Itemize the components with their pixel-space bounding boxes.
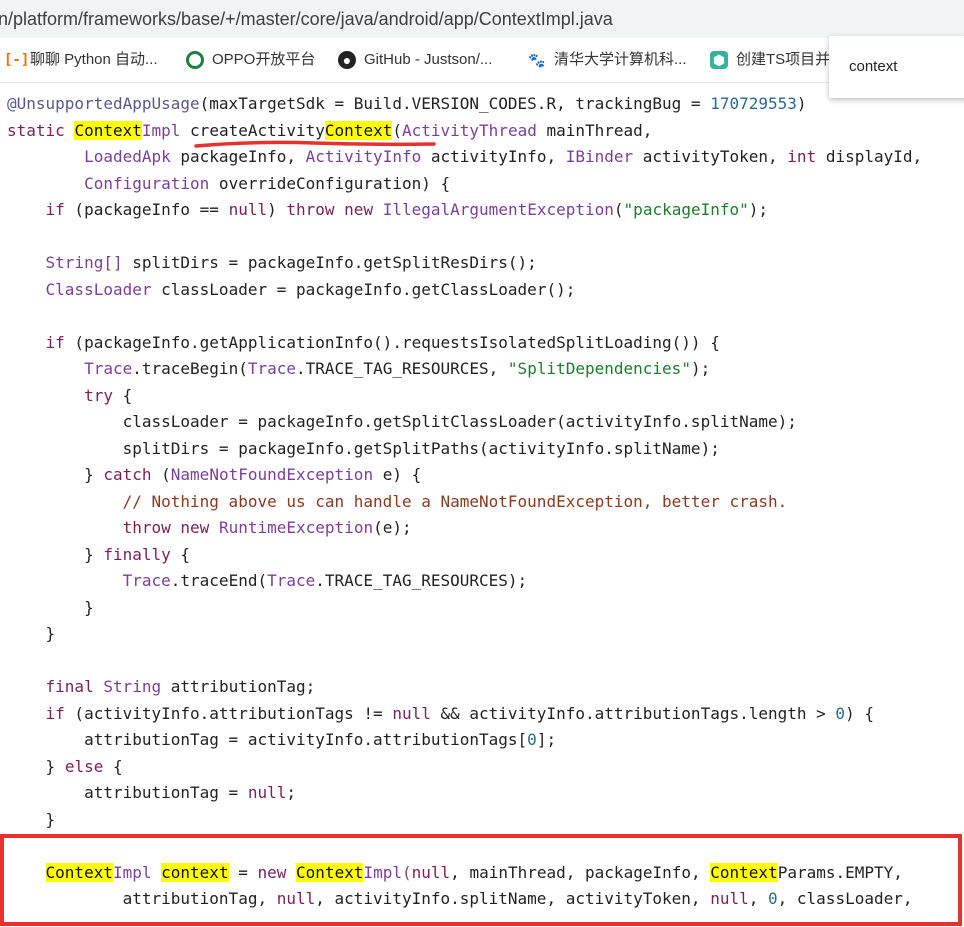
code-line: ClassLoader classLoader = packageInfo.ge… <box>45 279 576 299</box>
code-comment: // Nothing above us can handle a NameNot… <box>122 491 788 511</box>
annotation: @UnsupportedAppUsage <box>7 94 200 113</box>
code-line: } else { <box>45 756 123 776</box>
bookmark-label: 创建TS项目并 <box>736 51 831 68</box>
code-line: @UnsupportedAppUsage(maxTargetSdk = Buil… <box>7 94 807 113</box>
zhihu-icon: [-] <box>4 52 30 68</box>
code-line: Configuration overrideConfiguration) { <box>84 173 451 193</box>
code-line: ContextImpl context = new ContextImpl(nu… <box>45 862 903 882</box>
code-line: throw new RuntimeException(e); <box>122 518 412 537</box>
code-view: @UnsupportedAppUsage(maxTargetSdk = Buil… <box>7 91 964 913</box>
code-line: attributionTag = null; <box>84 783 296 802</box>
code-line: if (activityInfo.attributionTags != null… <box>45 703 874 723</box>
baidu-paw-icon: 🐾 <box>528 52 546 68</box>
github-icon: ● <box>338 51 356 69</box>
search-highlight: Context <box>296 862 364 882</box>
bookmark-label: 聊聊 Python 自动... <box>30 51 158 68</box>
code-line: if (packageInfo == null) throw new Illeg… <box>45 200 769 219</box>
bookmark-zhihu[interactable]: [-] 聊聊 Python 自动... <box>4 50 158 70</box>
find-query: context <box>849 58 898 75</box>
ts-project-icon: ⬢ <box>710 51 728 69</box>
code-line: Trace.traceBegin(Trace.TRACE_TAG_RESOURC… <box>84 359 711 378</box>
code-line: if (packageInfo.getApplicationInfo().req… <box>45 332 720 352</box>
code-line: attributionTag = activityInfo.attributio… <box>84 730 557 749</box>
search-highlight: Context <box>45 862 113 882</box>
bookmarks-bar: [-] 聊聊 Python 自动... OPPO开放平台 ● GitHub - … <box>0 38 964 83</box>
code-line: final String attributionTag; <box>45 677 316 696</box>
bookmark-tsinghua[interactable]: 🐾 清华大学计算机科... <box>528 50 687 70</box>
code-line: } <box>45 809 56 829</box>
code-line: classLoader = packageInfo.getSplitClassL… <box>122 412 797 431</box>
find-in-page-popup[interactable]: context <box>829 36 964 98</box>
bookmark-ts[interactable]: ⬢ 创建TS项目并 <box>710 50 830 70</box>
code-line: } <box>84 597 94 617</box>
code-line: Trace.traceEnd(Trace.TRACE_TAG_RESOURCES… <box>122 571 528 590</box>
bookmark-label: OPPO开放平台 <box>212 51 316 68</box>
code-line: static ContextImpl createActivityContext… <box>7 120 653 140</box>
search-highlight: context <box>161 862 229 882</box>
red-underline-annotation <box>194 140 436 148</box>
address-bar[interactable]: n/platform/frameworks/base/+/master/core… <box>0 0 964 38</box>
search-highlight: Context <box>74 120 142 140</box>
code-line: String[] splitDirs = packageInfo.getSpli… <box>45 253 537 272</box>
bookmark-oppo[interactable]: OPPO开放平台 <box>186 50 315 70</box>
code-line: attributionTag, null, activityInfo.split… <box>122 889 913 908</box>
code-line: try { <box>84 385 133 405</box>
search-highlight: Context <box>324 120 393 140</box>
url-text: n/platform/frameworks/base/+/master/core… <box>0 9 613 29</box>
search-highlight: Context <box>710 862 778 882</box>
code-line: } <box>45 624 56 643</box>
bookmark-label: GitHub - Justson/... <box>364 51 493 68</box>
code-line: } catch (NameNotFoundException e) { <box>84 465 422 484</box>
bookmark-label: 清华大学计算机科... <box>554 51 687 68</box>
code-line: LoadedApk packageInfo, ActivityInfo acti… <box>84 147 923 166</box>
code-line: } finally { <box>84 544 191 564</box>
code-line: // Nothing above us can handle a NameNot… <box>7 489 964 516</box>
bookmark-github[interactable]: ● GitHub - Justson/... <box>338 50 492 70</box>
oppo-icon <box>186 51 204 69</box>
method-name: createActivity <box>190 120 325 140</box>
code-line: splitDirs = packageInfo.getSplitPaths(ac… <box>122 438 720 458</box>
